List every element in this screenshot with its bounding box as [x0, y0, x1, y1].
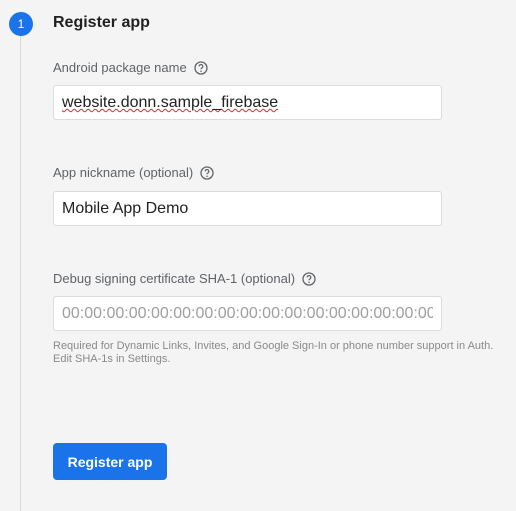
sha1-label-row: Debug signing certificate SHA-1 (optiona… [53, 271, 316, 286]
register-app-step: 1 Register app Android package name webs… [0, 0, 516, 511]
step-number-badge: 1 [9, 12, 33, 36]
stepper-line [20, 36, 21, 511]
package-name-label-row: Android package name [53, 60, 208, 75]
sha1-label: Debug signing certificate SHA-1 (optiona… [53, 271, 296, 286]
nickname-label: App nickname (optional) [53, 165, 194, 180]
package-name-input[interactable]: website.donn.sample_firebase [53, 85, 442, 120]
sha1-input[interactable] [53, 296, 442, 331]
nickname-input[interactable]: Mobile App Demo [53, 191, 442, 226]
step-title: Register app [53, 14, 150, 31]
help-icon[interactable] [200, 165, 214, 180]
help-icon[interactable] [194, 60, 208, 75]
register-app-button[interactable]: Register app [53, 443, 167, 480]
nickname-label-row: App nickname (optional) [53, 165, 214, 180]
help-icon[interactable] [302, 271, 316, 286]
sha1-helper-text: Required for Dynamic Links, Invites, and… [53, 340, 494, 365]
package-name-value: website.donn.sample_firebase [62, 94, 279, 111]
nickname-value: Mobile App Demo [62, 200, 189, 217]
package-name-label: Android package name [53, 60, 187, 75]
